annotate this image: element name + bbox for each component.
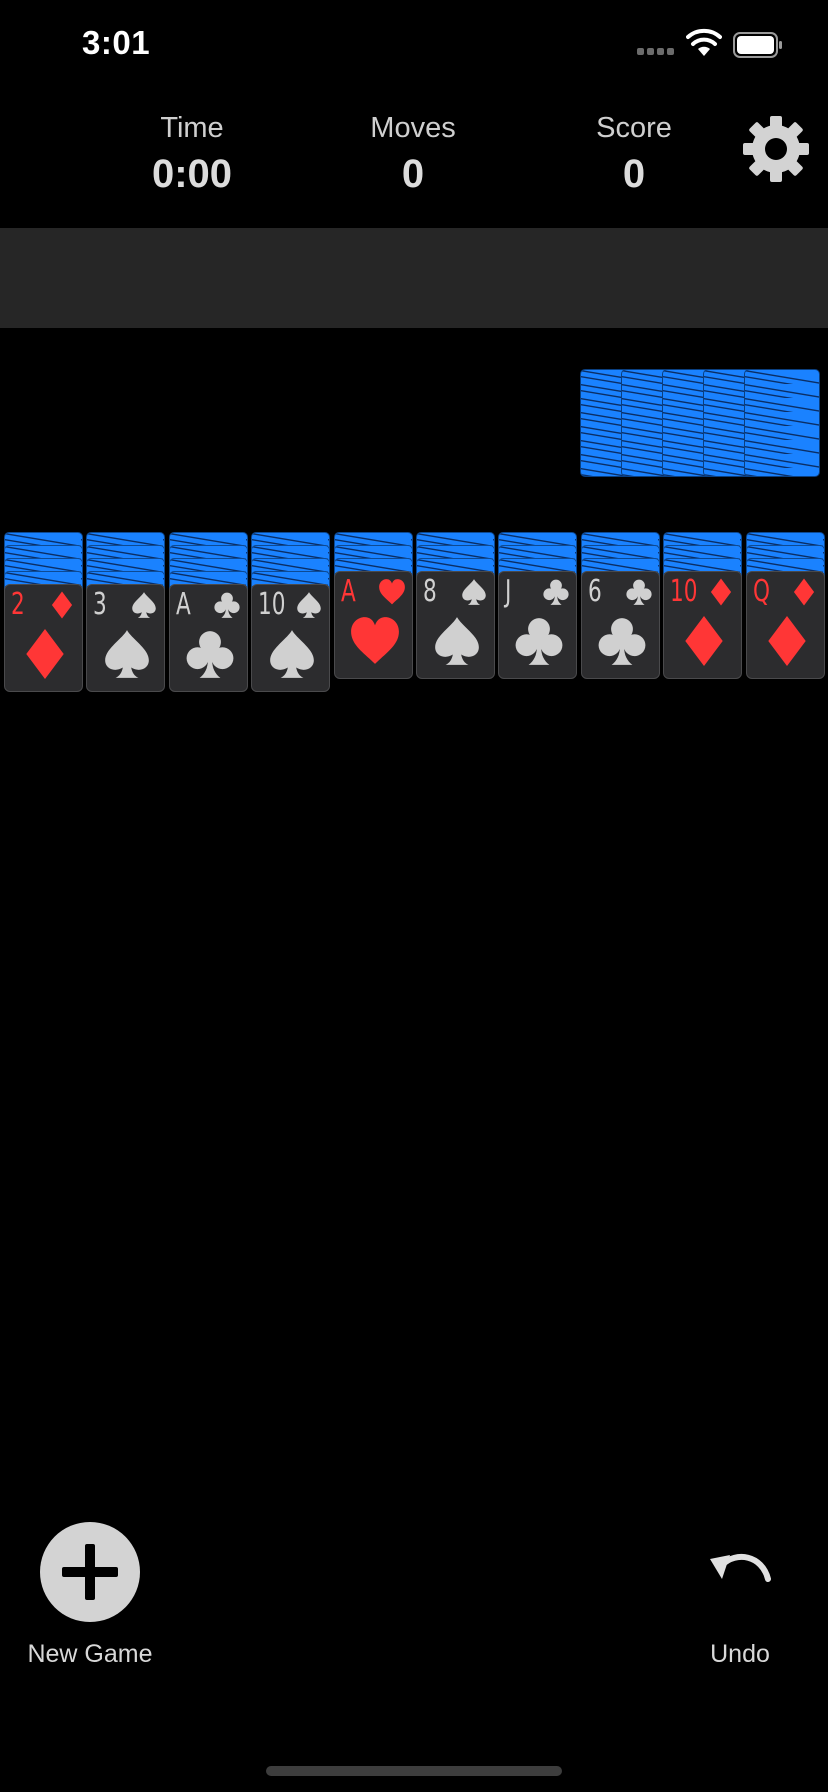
tableau-column[interactable]: Q: [745, 532, 825, 712]
spades-icon: [130, 591, 158, 619]
stock-card-back[interactable]: [744, 369, 820, 477]
score-label: Score: [596, 112, 672, 144]
card-rank: 2: [11, 587, 25, 622]
gear-icon[interactable]: [741, 114, 811, 184]
playing-card[interactable]: 10: [663, 571, 743, 679]
playing-card[interactable]: A: [333, 571, 413, 679]
cellular-signal-icon: [637, 48, 675, 56]
card-rank: 3: [93, 587, 108, 622]
stock-pile[interactable]: [580, 369, 827, 479]
playing-card[interactable]: 6: [580, 571, 660, 679]
diamonds-icon: [790, 578, 818, 606]
tableau-column[interactable]: 3: [86, 532, 166, 712]
tableau-column[interactable]: A: [168, 532, 248, 712]
spades-icon: [101, 625, 153, 683]
spades-icon: [266, 625, 318, 683]
tableau-column[interactable]: 8: [416, 532, 495, 712]
time-label: Time: [160, 112, 224, 144]
wifi-icon: [686, 28, 722, 56]
battery-icon: [733, 32, 782, 58]
hearts-icon: [378, 578, 406, 606]
tableau-column[interactable]: 6: [580, 532, 660, 712]
plus-icon: [62, 1544, 118, 1600]
tableau-column[interactable]: 10: [663, 532, 743, 712]
score-stat: Score 0: [534, 108, 734, 200]
card-rank: A: [340, 574, 356, 609]
spades-icon: [431, 612, 483, 670]
tableau-column[interactable]: 10: [251, 532, 331, 712]
tableau-column[interactable]: J: [498, 532, 578, 712]
moves-value: 0: [401, 152, 425, 196]
status-time: 3:01: [82, 24, 151, 61]
time-value: 0:00: [151, 152, 233, 196]
card-rank: 10: [670, 574, 698, 609]
clubs-icon: [184, 625, 236, 683]
ad-banner: [0, 228, 828, 328]
playing-card[interactable]: 3: [86, 584, 166, 692]
card-rank: 6: [587, 574, 602, 609]
new-game-label[interactable]: New Game: [0, 1640, 180, 1669]
time-stat: Time 0:00: [92, 108, 292, 200]
card-rank: 8: [423, 574, 437, 609]
playing-card[interactable]: 10: [251, 584, 331, 692]
card-rank: J: [505, 574, 512, 609]
tableau-column[interactable]: 2: [4, 532, 83, 712]
home-indicator: [266, 1766, 562, 1776]
hearts-icon: [349, 612, 401, 670]
tableau: 2 3 A 10 A 8 J 6 10 Q: [0, 532, 828, 732]
moves-label: Moves: [370, 112, 456, 144]
clubs-icon: [625, 578, 653, 606]
card-rank: Q: [752, 574, 770, 609]
diamonds-icon: [48, 591, 76, 619]
undo-label[interactable]: Undo: [690, 1640, 790, 1669]
clubs-icon: [513, 612, 565, 670]
card-rank: A: [175, 587, 191, 622]
status-bar: 3:01: [0, 0, 828, 90]
playing-card[interactable]: 2: [4, 584, 83, 692]
diamonds-icon: [678, 612, 730, 670]
diamonds-icon: [707, 578, 735, 606]
spades-icon: [295, 591, 323, 619]
clubs-icon: [596, 612, 648, 670]
new-game-button[interactable]: [40, 1522, 140, 1622]
playing-card[interactable]: J: [498, 571, 578, 679]
diamonds-icon: [19, 625, 71, 683]
score-value: 0: [622, 152, 646, 196]
card-rank: 10: [258, 587, 286, 622]
playing-card[interactable]: 8: [416, 571, 495, 679]
spades-icon: [460, 578, 488, 606]
tableau-column[interactable]: A: [333, 532, 413, 712]
playing-card[interactable]: Q: [745, 571, 825, 679]
stats-bar: Time 0:00 Moves 0 Score 0: [0, 108, 828, 208]
undo-arrow-icon[interactable]: [700, 1545, 780, 1605]
playing-card[interactable]: A: [168, 584, 248, 692]
moves-stat: Moves 0: [313, 108, 513, 200]
diamonds-icon: [761, 612, 813, 670]
clubs-icon: [213, 591, 241, 619]
clubs-icon: [542, 578, 570, 606]
